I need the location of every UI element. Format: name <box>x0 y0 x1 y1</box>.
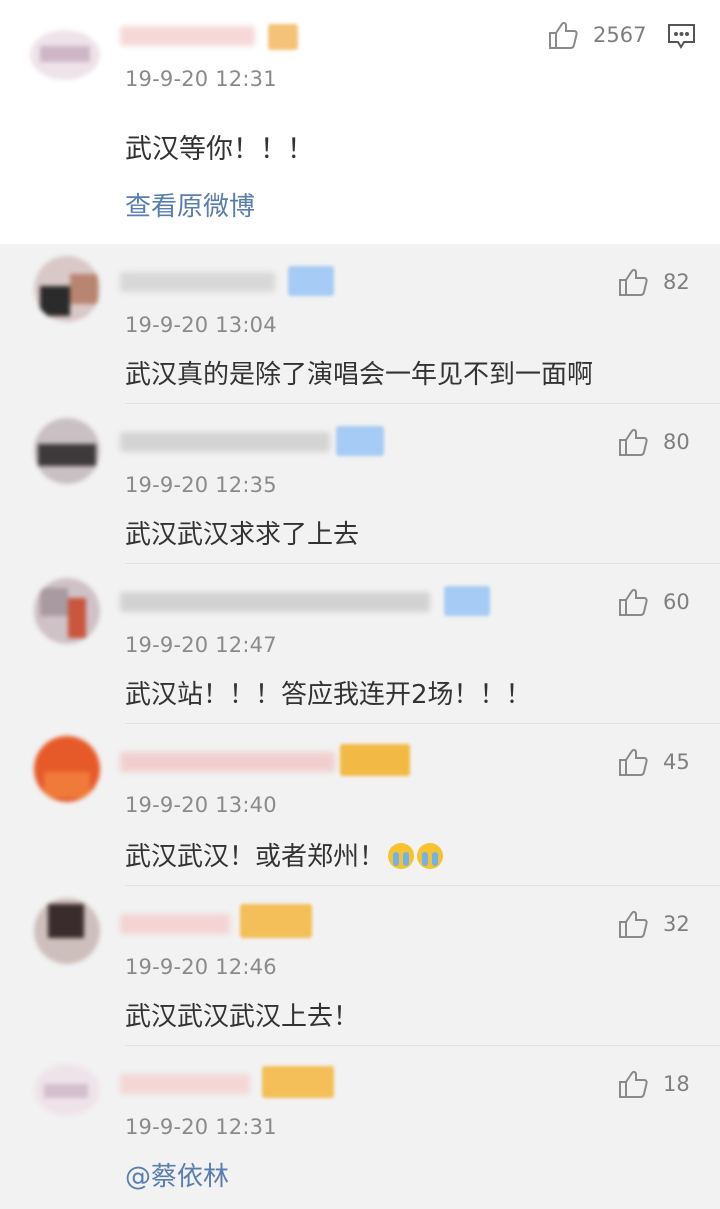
thumbs-up-icon <box>619 910 648 938</box>
username-blurred[interactable] <box>120 1074 250 1094</box>
comment-text: 武汉武汉！或者郑州！ <box>125 842 386 872</box>
username-blurred[interactable] <box>120 914 230 934</box>
thumbs-up-icon <box>619 268 648 296</box>
comment-item: 32 19-9-20 12:46 武汉武汉武汉上去！ <box>0 886 720 1046</box>
thumbs-up-icon <box>619 588 648 616</box>
like-button[interactable]: 32 <box>617 908 690 940</box>
username-blurred[interactable] <box>120 272 275 292</box>
like-button[interactable]: 60 <box>617 586 690 618</box>
comment-text: 武汉武汉求求了上去 <box>125 520 360 550</box>
avatar[interactable] <box>34 418 100 484</box>
comment-time: 19-9-20 12:35 <box>125 473 277 497</box>
avatar[interactable] <box>34 1064 100 1116</box>
avatar[interactable] <box>34 256 100 322</box>
like-button[interactable]: 45 <box>617 746 690 778</box>
username-blurred[interactable] <box>120 26 255 46</box>
like-button[interactable]: 18 <box>617 1068 690 1100</box>
username-blurred[interactable] <box>120 432 330 452</box>
comment-text: 武汉站！！！答应我连开2场！！！ <box>125 680 532 710</box>
comment-item: 80 19-9-20 12:35 武汉武汉求求了上去 <box>0 404 720 564</box>
comment-text: 武汉真的是除了演唱会一年见不到一面啊 <box>125 360 594 390</box>
comment-time: 19-9-20 12:31 <box>125 1115 277 1139</box>
view-original-link[interactable]: 查看原微博 <box>125 186 255 223</box>
comment-item: 60 19-9-20 12:47 武汉站！！！答应我连开2场！！！ <box>0 564 720 724</box>
like-count: 32 <box>663 912 690 936</box>
verified-badge <box>336 426 384 456</box>
like-count: 80 <box>663 430 690 454</box>
like-count: 82 <box>663 270 690 294</box>
like-count: 2567 <box>593 23 647 47</box>
comment-icon[interactable] <box>667 22 696 50</box>
crying-face-emoji <box>388 843 415 869</box>
avatar[interactable] <box>30 30 100 80</box>
avatar[interactable] <box>34 578 100 644</box>
post-time: 19-9-20 12:31 <box>125 67 277 91</box>
avatar[interactable] <box>34 898 100 964</box>
vip-badge <box>262 1066 334 1098</box>
like-count: 60 <box>663 590 690 614</box>
main-post: 2567 19-9-20 12:31 武汉等你！！！ 查看原微博 <box>0 0 720 244</box>
comment-time: 19-9-20 12:47 <box>125 633 277 657</box>
comment-time: 19-9-20 13:04 <box>125 313 277 337</box>
thumbs-up-icon <box>619 1070 648 1098</box>
like-count: 45 <box>663 750 690 774</box>
like-button[interactable]: 80 <box>617 426 690 458</box>
comment-time: 19-9-20 13:40 <box>125 793 277 817</box>
crying-face-emoji <box>417 843 444 869</box>
like-count: 18 <box>663 1072 690 1096</box>
avatar[interactable] <box>34 736 100 802</box>
thumbs-up-icon <box>619 428 648 456</box>
comment-text: 武汉武汉武汉上去！ <box>125 1002 360 1032</box>
verified-badge <box>288 266 334 296</box>
comment-item: 82 19-9-20 13:04 武汉真的是除了演唱会一年见不到一面啊 <box>0 244 720 404</box>
comment-text-wrap: 武汉武汉！或者郑州！ <box>125 836 444 873</box>
vip-badge <box>340 744 410 776</box>
like-button[interactable]: 2567 <box>547 19 646 51</box>
comment-item: 45 19-9-20 13:40 武汉武汉！或者郑州！ <box>0 724 720 886</box>
like-button[interactable]: 82 <box>617 266 690 298</box>
thumbs-up-icon <box>619 748 648 776</box>
thumbs-up-icon <box>549 21 578 49</box>
vip-badge <box>240 904 312 938</box>
comment-item: 18 19-9-20 12:31 @蔡依林 <box>0 1046 720 1209</box>
verified-badge <box>444 586 490 616</box>
post-content: 武汉等你！！！ <box>125 134 314 165</box>
comment-time: 19-9-20 12:46 <box>125 955 277 979</box>
mention-link[interactable]: @蔡依林 <box>125 1156 229 1193</box>
vip-badge <box>268 24 298 50</box>
username-blurred[interactable] <box>120 592 430 612</box>
username-blurred[interactable] <box>120 752 335 772</box>
